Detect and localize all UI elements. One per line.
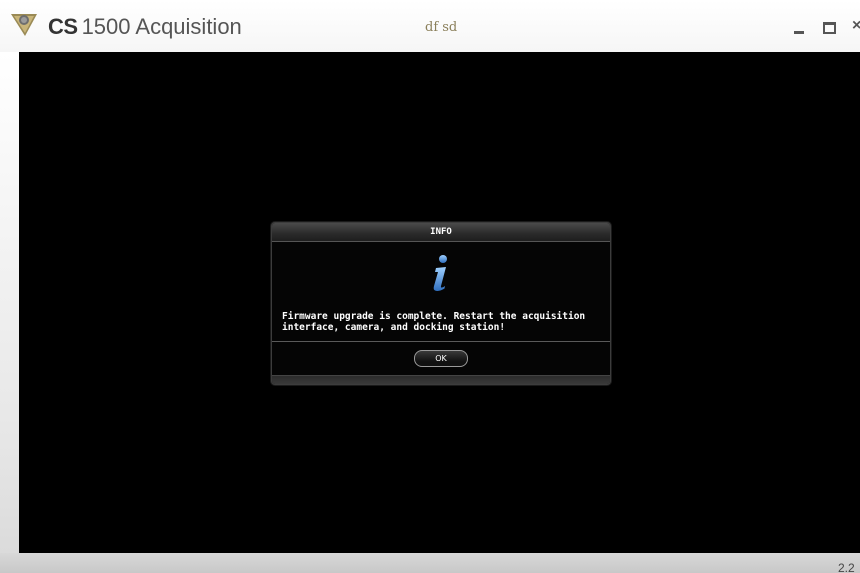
- title-bar[interactable]: CS 1500 Acquisition df sd ×: [0, 0, 860, 52]
- app-title: CS 1500 Acquisition: [48, 14, 242, 40]
- app-logo-icon: [11, 14, 37, 36]
- close-button[interactable]: ×: [850, 17, 860, 36]
- minimize-button[interactable]: [790, 18, 808, 36]
- brand-cs: CS: [48, 14, 78, 39]
- status-bar: [0, 553, 860, 573]
- info-dialog: INFO Firmware upgrade is complete. Resta…: [271, 222, 611, 385]
- dialog-footer: [272, 375, 610, 384]
- version-label: 2.2: [838, 561, 855, 573]
- app-window: CS 1500 Acquisition df sd × 2.2 INFO Firm…: [0, 0, 860, 573]
- dialog-title: INFO: [272, 223, 610, 242]
- close-icon: ×: [852, 17, 860, 34]
- ok-button[interactable]: OK: [414, 350, 468, 367]
- dialog-divider: [272, 341, 610, 342]
- maximize-button[interactable]: [820, 18, 838, 36]
- patient-name: df sd: [425, 20, 458, 35]
- info-icon: [433, 255, 447, 291]
- left-strip: [0, 52, 19, 573]
- dialog-message: Firmware upgrade is complete. Restart th…: [282, 311, 586, 333]
- brand-name: 1500 Acquisition: [81, 14, 242, 39]
